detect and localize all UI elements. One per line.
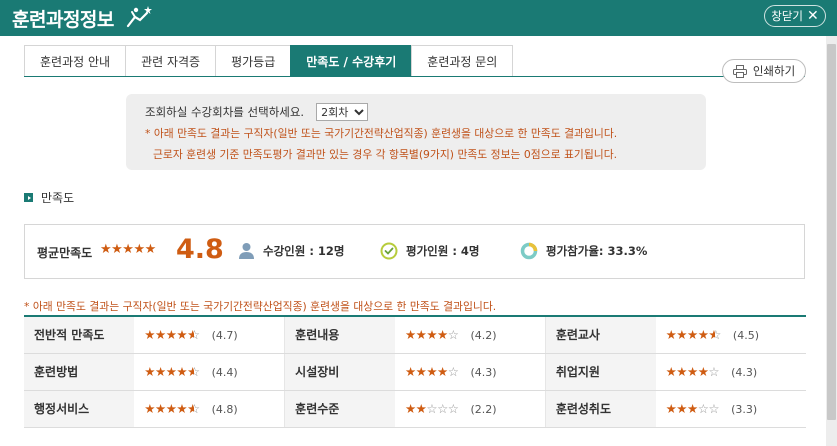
section-title: 만족도	[41, 191, 75, 205]
notice-line-1: * 아래 만족도 결과는 구직자(일반 또는 국가기간전략산업직종) 훈련생을 …	[145, 127, 618, 140]
rating-label: 훈련수준	[284, 390, 395, 428]
enrolled-count: 수강인원 : 12명	[263, 243, 345, 258]
rating-label: 전반적 만족도	[24, 316, 135, 354]
star-rating: ★★☆☆☆	[404, 401, 459, 416]
rating-value: ★★★★☆ (4.3)	[394, 353, 546, 391]
rating-score: (4.4)	[211, 366, 238, 379]
rating-value: ★★☆☆☆ (2.2)	[394, 390, 546, 428]
notice-line-2: 근로자 훈련생 기준 만족도평가 결과만 있는 경우 각 항목별(9가지) 만족…	[153, 148, 618, 161]
evaluated-count: 평가인원 : 4명	[406, 244, 480, 258]
donut-chart-icon	[520, 242, 538, 260]
printer-icon	[732, 64, 747, 78]
person-icon	[239, 243, 254, 259]
rating-label: 훈련성취도	[545, 390, 656, 428]
star-rating: ★★★★★☆	[665, 327, 721, 343]
satisfaction-section-heading: 만족도	[24, 189, 74, 206]
section-bullet-icon	[24, 193, 33, 202]
evaluated-stat: 평가인원 : 4명	[380, 242, 480, 260]
close-window-button[interactable]: 창닫기 ✕	[764, 5, 826, 27]
vertical-scrollbar[interactable]	[826, 36, 837, 446]
average-score: 4.8	[176, 234, 224, 265]
enrolled-stat: 수강인원 : 12명	[238, 242, 345, 259]
rating-label: 훈련방법	[24, 353, 135, 391]
participation-rate: 평가참가율: 33.3%	[546, 244, 648, 258]
star-rating: ★★★★☆	[665, 364, 720, 379]
rating-value: ★★★★★☆ (4.4)	[134, 353, 286, 391]
rating-label: 취업지원	[545, 353, 656, 391]
close-window-label: 창닫기	[771, 9, 803, 23]
rating-score: (4.3)	[470, 366, 497, 379]
rating-score: (4.7)	[211, 329, 238, 343]
rating-value: ★★★★☆ (4.3)	[655, 353, 806, 391]
rating-score: (4.8)	[211, 403, 238, 416]
rating-label: 시설장비	[284, 353, 395, 391]
tab-evaluation-grade[interactable]: 평가등급	[215, 45, 291, 77]
rating-score: (4.5)	[732, 329, 759, 343]
tab-satisfaction-reviews[interactable]: 만족도 / 수강후기	[290, 45, 412, 77]
star-rating: ★★★★☆	[404, 364, 459, 379]
round-select-row: 조회하실 수강회차를 선택하세요. 2회차	[145, 103, 706, 121]
rating-score: (4.2)	[470, 329, 497, 343]
round-select-notice: 조회하실 수강회차를 선택하세요. 2회차 * 아래 만족도 결과는 구직자(일…	[126, 94, 706, 170]
rating-value: ★★★★☆ (4.2)	[394, 316, 546, 354]
rating-value: ★★★★★☆ (4.5)	[655, 316, 806, 354]
window-header: 훈련과정정보 창닫기 ✕	[0, 0, 837, 36]
tab-course-info[interactable]: 훈련과정 안내	[24, 45, 126, 77]
scrollbar-thumb[interactable]	[827, 44, 836, 420]
rating-label: 행정서비스	[24, 390, 135, 428]
print-button[interactable]: 인쇄하기	[722, 59, 806, 83]
tab-course-inquiry[interactable]: 훈련과정 문의	[411, 45, 514, 77]
ratings-table: 전반적 만족도 ★★★★★☆ (4.7) 훈련내용 ★★★★☆ (4.2) 훈련교사…	[24, 315, 806, 428]
star-rating: ★★★★★☆	[144, 327, 200, 343]
round-select-label: 조회하실 수강회차를 선택하세요.	[145, 105, 305, 119]
tab-bar: 훈련과정 안내 관련 자격증 평가등급 만족도 / 수강후기 훈련과정 문의	[24, 45, 514, 77]
tab-certificates[interactable]: 관련 자격증	[125, 45, 216, 77]
rating-value: ★★★★★☆ (4.7)	[134, 316, 286, 354]
rating-label: 훈련교사	[545, 316, 656, 354]
print-label: 인쇄하기	[752, 64, 796, 78]
star-rating: ★★★★☆	[404, 327, 459, 343]
participation-stat: 평가참가율: 33.3%	[520, 242, 647, 260]
rating-label: 훈련내용	[284, 316, 395, 354]
table-row: 전반적 만족도 ★★★★★☆ (4.7) 훈련내용 ★★★★☆ (4.2) 훈련교사…	[24, 316, 806, 354]
table-row: 행정서비스 ★★★★★☆ (4.8) 훈련수준 ★★☆☆☆ (2.2) 훈련성취도 …	[24, 390, 806, 428]
close-icon: ✕	[807, 8, 819, 24]
round-select[interactable]: 2회차	[316, 103, 369, 121]
star-rating: ★★★★★☆	[144, 401, 200, 416]
table-row: 훈련방법 ★★★★★☆ (4.4) 시설장비 ★★★★☆ (4.3) 취업지원 ★★…	[24, 353, 806, 391]
check-circle-icon	[380, 242, 398, 260]
star-rating: ★★★☆☆	[665, 401, 720, 416]
runner-logo-icon	[126, 6, 152, 28]
rating-score: (2.2)	[470, 403, 497, 416]
average-satisfaction-label: 평균만족도	[37, 246, 93, 260]
rating-score: (3.3)	[731, 403, 758, 416]
star-rating: ★★★★★☆	[144, 364, 200, 379]
rating-value: ★★★★★☆ (4.8)	[134, 390, 286, 428]
window-title: 훈련과정정보	[12, 9, 114, 31]
tab-divider	[24, 76, 805, 77]
average-star-rating: ★★★★★	[100, 242, 156, 257]
rating-value: ★★★☆☆ (3.3)	[655, 390, 806, 428]
rating-score: (4.3)	[731, 366, 758, 379]
satisfaction-summary: 평균만족도 ★★★★★ 4.8 수강인원 : 12명 평가인원 : 4명 평가참…	[24, 224, 805, 279]
results-note: * 아래 만족도 결과는 구직자(일반 또는 국가기간전략산업직종) 훈련생을 …	[24, 300, 497, 313]
